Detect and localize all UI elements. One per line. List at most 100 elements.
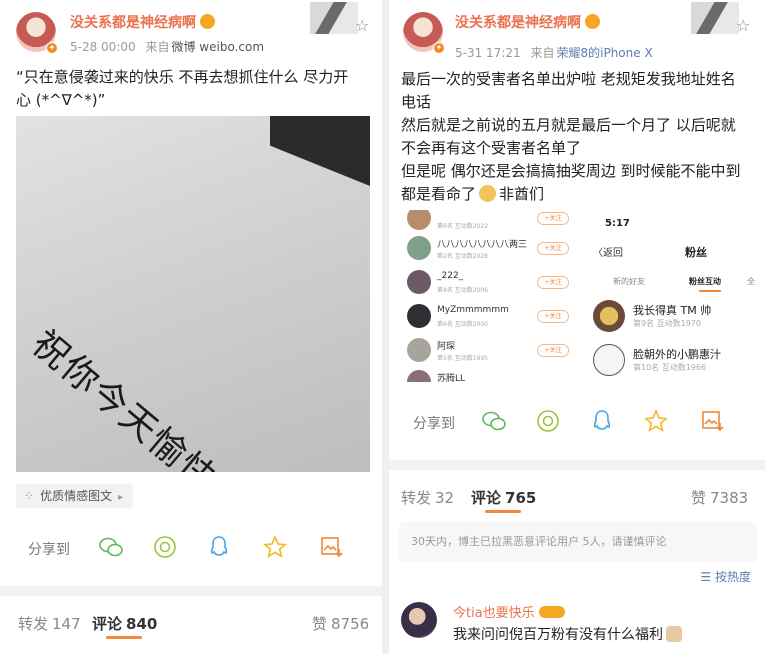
topic-tag-label: 优质情感图文 bbox=[40, 489, 113, 503]
save-image-icon[interactable] bbox=[699, 408, 725, 434]
username-text[interactable]: 没关系都是神经病啊 bbox=[455, 15, 581, 31]
list-item-sub: 第4名 互动数2006 bbox=[437, 287, 488, 294]
avatar bbox=[407, 370, 431, 382]
favorite-star-icon[interactable]: ☆ bbox=[355, 16, 369, 35]
topic-tag[interactable]: ⁘ 优质情感图文 ▸ bbox=[16, 484, 134, 508]
qq-icon[interactable] bbox=[589, 408, 615, 434]
source-prefix: 来自 bbox=[145, 40, 170, 54]
post-text-line: 心 (*^∇^*)” bbox=[16, 91, 106, 109]
sort-icon: ☰ bbox=[700, 570, 715, 584]
list-item-sub: 第5名 互动数1995 bbox=[437, 355, 488, 362]
commenter-avatar[interactable] bbox=[401, 602, 437, 638]
stats-bar: 转发 147 评论 840 赞 8756 bbox=[0, 600, 382, 646]
follow-button: +关注 bbox=[537, 344, 569, 357]
post-source[interactable]: 荣耀8的iPhone X bbox=[556, 46, 652, 60]
section-gap bbox=[0, 586, 382, 596]
qzone-star-icon[interactable] bbox=[643, 408, 669, 434]
comment-tab[interactable]: 评论 840 bbox=[92, 613, 157, 634]
cat-emoji-icon bbox=[666, 626, 682, 642]
comment-label: 评论 bbox=[471, 489, 502, 507]
chevron-right-icon: ▸ bbox=[118, 492, 124, 503]
list-item: 第6名 互动数2022 +关注 bbox=[407, 210, 577, 234]
comment-label: 评论 bbox=[92, 615, 123, 633]
post-meta: 5-31 17:21 来自 荣耀8的iPhone X bbox=[455, 44, 653, 61]
post-text-line: 然后就是之前说的五月就是最后一个月了 以后呢就 bbox=[401, 116, 736, 134]
like-tab[interactable]: 赞 8756 bbox=[312, 613, 369, 634]
fan-badge-icon bbox=[538, 606, 565, 618]
like-count: 8756 bbox=[331, 615, 370, 633]
screenshot-fans-page: 5:17 〈返回 粉丝 新的好友 粉丝互动 全 我长得真 TM 帅 第9名 互动… bbox=[587, 210, 759, 382]
commenter-name[interactable]: 今tia也要快乐 bbox=[453, 602, 565, 621]
image-shadow bbox=[270, 116, 370, 186]
moments-icon[interactable] bbox=[152, 534, 178, 560]
screenshot-list: 第6名 互动数2022 +关注 八八八八八八八八两三 第2名 互动数2028 +… bbox=[399, 210, 579, 382]
fan-item: 脸朝外的小鹏惠汁 第10名 互动数1966 bbox=[593, 340, 759, 382]
moments-icon[interactable] bbox=[535, 408, 561, 434]
share-row: 分享到 bbox=[389, 402, 765, 442]
repost-label: 转发 bbox=[18, 615, 49, 633]
fan-sub: 第9名 互动数1970 bbox=[633, 319, 701, 328]
repost-count: 32 bbox=[435, 489, 455, 507]
save-image-icon[interactable] bbox=[318, 534, 344, 560]
stats-bar: 转发 32 评论 765 赞 7383 bbox=[389, 474, 765, 520]
commenter-name-text[interactable]: 今tia也要快乐 bbox=[453, 606, 535, 621]
avatar bbox=[407, 304, 431, 328]
post-text: 最后一次的受害者名单出炉啦 老规矩发我地址姓名 电话 然后就是之前说的五月就是最… bbox=[401, 68, 751, 206]
embedded-screenshot[interactable]: 第6名 互动数2022 +关注 八八八八八八八八两三 第2名 互动数2028 +… bbox=[399, 210, 759, 382]
panel-divider bbox=[382, 0, 389, 654]
corner-thumbnail bbox=[310, 2, 358, 34]
share-label: 分享到 bbox=[28, 542, 70, 558]
favorite-star-icon[interactable]: ☆ bbox=[736, 16, 750, 35]
share-label: 分享到 bbox=[413, 416, 455, 432]
qq-icon[interactable] bbox=[206, 534, 232, 560]
like-count: 7383 bbox=[710, 489, 749, 507]
follow-button: +关注 bbox=[537, 310, 569, 323]
qzone-star-icon[interactable] bbox=[262, 534, 288, 560]
post-image[interactable]: 祝你今天愉快。 bbox=[16, 116, 370, 472]
active-tab-indicator bbox=[699, 290, 721, 292]
corner-thumbnail bbox=[691, 2, 739, 34]
left-post-panel: ✦ 没关系都是神经病啊 5-28 00:00 来自 微博 weibo.com ☆ … bbox=[0, 0, 382, 654]
post-source[interactable]: 微博 weibo.com bbox=[171, 40, 264, 54]
repost-tab[interactable]: 转发 147 bbox=[18, 613, 81, 634]
image-caption-text: 祝你今天愉快。 bbox=[23, 322, 254, 472]
avatar bbox=[407, 236, 431, 260]
fans-subtabs: 新的好友 粉丝互动 全 bbox=[587, 272, 759, 292]
comment-text-body: 我来问问倪百万粉有没有什么福利 bbox=[453, 627, 663, 643]
wechat-icon[interactable] bbox=[98, 534, 124, 560]
username[interactable]: 没关系都是神经病啊 bbox=[70, 12, 215, 32]
sort-by-hot-button[interactable]: ☰ 按热度 bbox=[700, 568, 751, 585]
like-tab[interactable]: 赞 7383 bbox=[691, 487, 748, 508]
avatar-badge-icon: ✦ bbox=[433, 42, 445, 54]
repost-tab[interactable]: 转发 32 bbox=[401, 487, 454, 508]
post-text-line: 电话 bbox=[401, 93, 432, 111]
username[interactable]: 没关系都是神经病啊 bbox=[455, 12, 600, 32]
list-item-name: MyZmmmmmm bbox=[437, 305, 509, 315]
username-text[interactable]: 没关系都是神经病啊 bbox=[70, 15, 196, 31]
comment-count: 765 bbox=[505, 489, 537, 507]
list-item: MyZmmmmmm 第6名 互动数2000 +关注 bbox=[407, 302, 577, 332]
fan-name: 脸朝外的小鹏惠汁 bbox=[633, 348, 721, 361]
wechat-icon[interactable] bbox=[481, 408, 507, 434]
avatar bbox=[407, 270, 431, 294]
tab-all: 全 bbox=[747, 277, 755, 286]
post-time: 5-31 17:21 bbox=[455, 46, 521, 60]
post-text-line: 都是看命了 非酋们 bbox=[401, 183, 751, 206]
list-item: 八八八八八八八八两三 第2名 互动数2028 +关注 bbox=[407, 234, 577, 264]
phone-time: 5:17 bbox=[605, 218, 630, 229]
list-item-name: 苏腾LL bbox=[437, 374, 466, 382]
comment-text: 我来问问倪百万粉有没有什么福利 bbox=[453, 624, 682, 644]
avatar-badge-icon: ✦ bbox=[46, 42, 58, 54]
post-header: ✦ 没关系都是神经病啊 5-31 17:21 来自 荣耀8的iPhone X ☆ bbox=[389, 0, 765, 62]
avatar bbox=[593, 300, 625, 332]
post-text-line: “只在意侵袭过来的快乐 不再去想抓住什么 尽力开 bbox=[16, 68, 349, 86]
section-gap bbox=[389, 460, 765, 470]
list-item-name: 八八八八八八八八两三 bbox=[437, 240, 528, 250]
list-item-sub: 第6名 互动数2000 bbox=[437, 321, 488, 328]
list-item-sub: 第6名 互动数2022 bbox=[437, 223, 488, 230]
post-time: 5-28 00:00 bbox=[70, 40, 136, 54]
sort-label: 按热度 bbox=[714, 570, 751, 584]
post-text-line: 最后一次的受害者名单出炉啦 老规矩发我地址姓名 bbox=[401, 70, 736, 88]
comment-tab[interactable]: 评论 765 bbox=[471, 487, 536, 508]
post-header: ✦ 没关系都是神经病啊 5-28 00:00 来自 微博 weibo.com ☆ bbox=[0, 0, 382, 62]
